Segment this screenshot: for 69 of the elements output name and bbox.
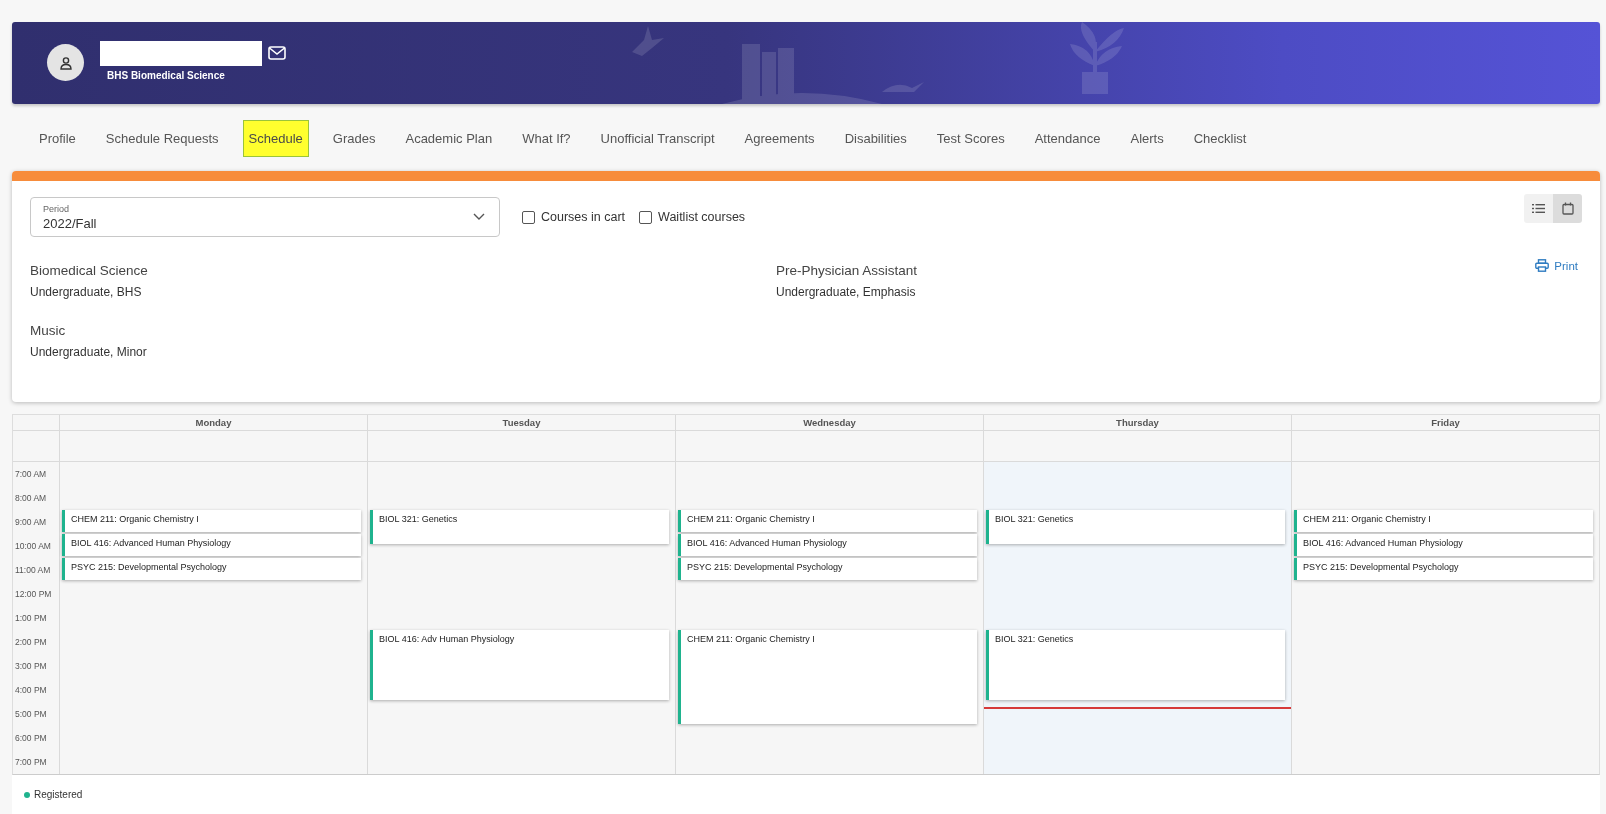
time-label: 10:00 AM — [14, 541, 51, 551]
nav-tab[interactable]: Alerts — [1116, 121, 1178, 155]
list-view-button[interactable] — [1524, 194, 1553, 224]
time-label: 3:00 PM — [14, 661, 47, 671]
program-detail: Undergraduate, Minor — [30, 345, 148, 360]
field-value: 2022/Fall — [43, 215, 97, 231]
day-header: Monday — [60, 415, 367, 431]
course-event[interactable]: PSYC 215: Developmental Psychology — [1294, 558, 1593, 580]
nav-tab[interactable]: Test Scores — [922, 121, 1019, 155]
day-header: Tuesday — [368, 415, 675, 431]
time-label: 7:00 AM — [14, 469, 47, 479]
time-label: 8:00 AM — [14, 493, 47, 503]
print-link[interactable]: Print — [1535, 259, 1578, 273]
printer-icon — [1535, 259, 1550, 273]
course-event[interactable]: PSYC 215: Developmental Psychology — [62, 558, 361, 580]
program-detail: Undergraduate, BHS — [30, 285, 143, 300]
course-event[interactable]: PSYC 215: Developmental Psychology — [678, 558, 977, 580]
course-event[interactable]: BIOL 416: Advanced Human Physiology — [1294, 534, 1593, 556]
period-select[interactable]: Period 2022/Fall — [30, 197, 500, 238]
nav-tab[interactable]: Agreements — [730, 121, 829, 155]
checkbox-label: Waitlist courses — [658, 210, 746, 225]
avatar-icon[interactable] — [47, 44, 84, 82]
time-label: 5:00 PM — [14, 709, 47, 719]
nav-tab[interactable]: Schedule — [242, 119, 309, 157]
checkbox[interactable] — [639, 210, 653, 224]
course-event[interactable]: BIOL 416: Adv Human Physiology — [370, 630, 669, 700]
nav-tab[interactable]: Checklist — [1179, 121, 1261, 155]
program-subtitle: BHS Biomedical Science — [106, 69, 226, 81]
time-label: 7:00 PM — [14, 757, 47, 767]
list-icon — [1532, 203, 1545, 215]
time-label: 9:00 AM — [14, 517, 47, 527]
nav-tab[interactable]: What If? — [508, 121, 585, 155]
course-event[interactable]: CHEM 211: Organic Chemistry I — [678, 630, 977, 724]
course-event[interactable]: BIOL 321: Genetics — [370, 510, 669, 544]
day-header: Friday — [1292, 415, 1599, 431]
checkbox[interactable] — [522, 210, 535, 224]
time-label: 12:00 PM — [14, 589, 52, 599]
field-label: Period — [43, 203, 70, 214]
time-label: 1:00 PM — [14, 613, 47, 623]
time-label: 6:00 PM — [14, 733, 47, 743]
time-label: 4:00 PM — [14, 685, 47, 695]
time-label: 11:00 AM — [14, 565, 51, 575]
time-label: 2:00 PM — [14, 637, 47, 647]
nav-tab[interactable]: Schedule Requests — [91, 121, 233, 155]
program-name: Biomedical Science — [30, 263, 149, 279]
program-name: Pre-Physician Assistant — [776, 263, 919, 279]
chevron-down-icon — [473, 213, 485, 222]
course-event[interactable]: BIOL 321: Genetics — [986, 510, 1285, 544]
envelope-icon[interactable] — [268, 46, 286, 61]
nav-tab[interactable]: Profile — [25, 121, 90, 155]
course-event[interactable]: BIOL 416: Advanced Human Physiology — [678, 534, 977, 556]
nav-tab[interactable]: Grades — [318, 121, 390, 155]
course-event[interactable]: CHEM 211: Organic Chemistry I — [1294, 510, 1593, 532]
day-header: Wednesday — [676, 415, 983, 431]
nav-tab[interactable]: Disabilities — [830, 121, 921, 155]
calendar-icon — [1561, 202, 1574, 216]
checkbox-label: Courses in cart — [541, 210, 626, 225]
program-detail: Undergraduate, Emphasis — [776, 285, 917, 300]
calendar-view-button[interactable] — [1553, 194, 1582, 224]
nav-tab[interactable]: Academic Plan — [391, 121, 507, 155]
course-event[interactable]: BIOL 321: Genetics — [986, 630, 1285, 700]
day-header: Thursday — [984, 415, 1291, 431]
course-event[interactable]: CHEM 211: Organic Chemistry I — [678, 510, 977, 532]
course-event[interactable]: CHEM 211: Organic Chemistry I — [62, 510, 361, 532]
program-name: Music — [30, 323, 67, 339]
legend-label: Registered — [34, 789, 83, 800]
nav-tab[interactable]: Unofficial Transcript — [586, 121, 729, 155]
course-event[interactable]: BIOL 416: Advanced Human Physiology — [62, 534, 361, 556]
nav-tab[interactable]: Attendance — [1020, 121, 1115, 155]
